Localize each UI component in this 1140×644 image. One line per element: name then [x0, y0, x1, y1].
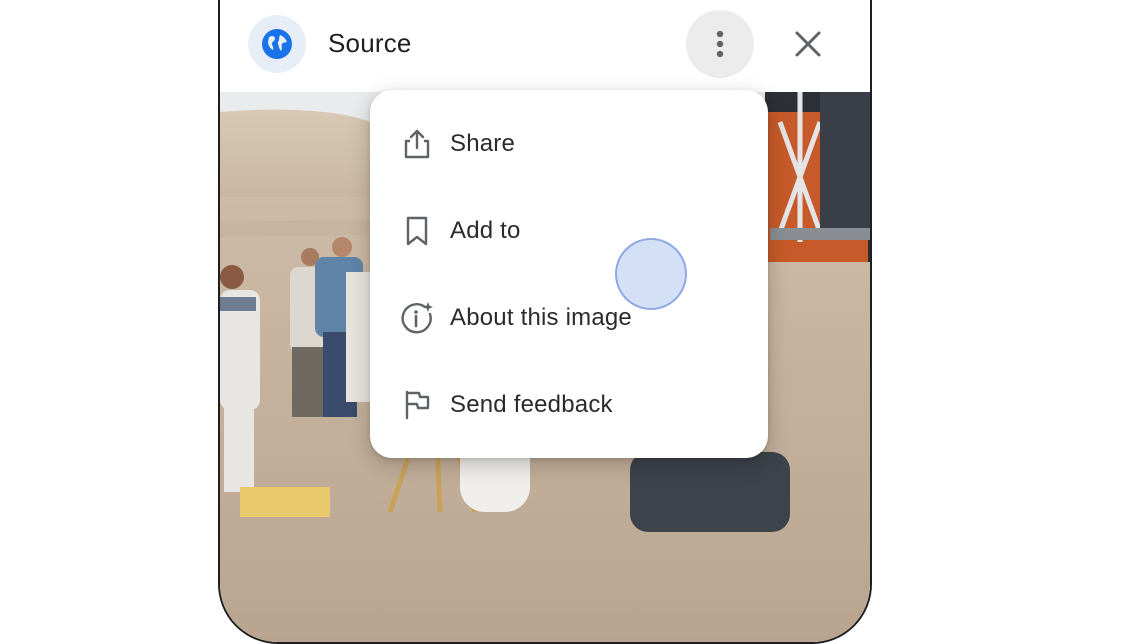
overflow-menu: Share Add to About this image Send feedb…: [370, 90, 768, 458]
close-button[interactable]: [782, 18, 834, 70]
more-vert-icon: [716, 30, 724, 58]
menu-item-label: Share: [450, 130, 516, 157]
source-favicon[interactable]: [248, 15, 306, 73]
menu-item-label: Send feedback: [450, 391, 613, 418]
info-sparkle-icon: [400, 301, 434, 335]
more-options-button[interactable]: [686, 10, 754, 78]
close-icon: [795, 31, 821, 57]
menu-item-label: Add to: [450, 217, 521, 244]
flag-icon: [400, 388, 434, 422]
menu-item-about-this-image[interactable]: About this image: [370, 278, 768, 358]
globe-icon: [262, 29, 292, 59]
menu-item-send-feedback[interactable]: Send feedback: [370, 365, 768, 445]
page-title: Source: [328, 28, 412, 58]
menu-item-share[interactable]: Share: [370, 104, 768, 184]
menu-item-label: About this image: [450, 304, 632, 331]
menu-item-add-to[interactable]: Add to: [370, 191, 768, 271]
top-app-bar: Source: [220, 2, 870, 92]
share-icon: [400, 127, 434, 161]
touch-indicator: [615, 238, 687, 310]
bookmark-icon: [400, 214, 434, 248]
